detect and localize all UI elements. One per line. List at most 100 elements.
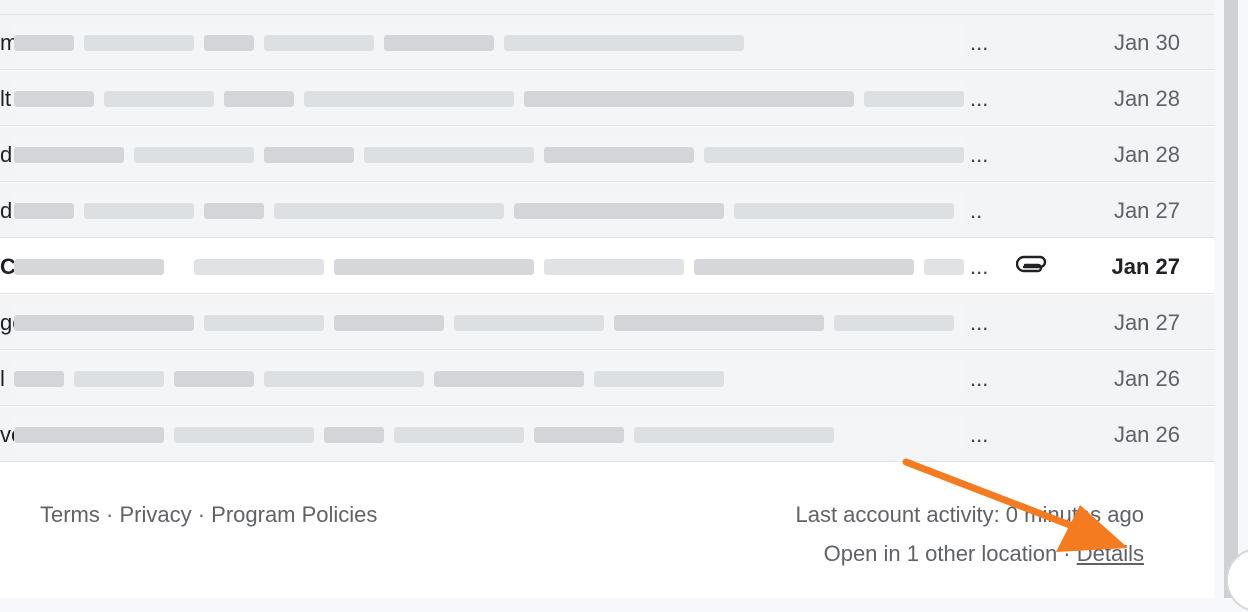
- footer-links: Terms · Privacy · Program Policies: [40, 502, 377, 528]
- redaction-bar: [864, 91, 964, 107]
- redaction-bar: [264, 147, 354, 163]
- redacted-snippet: [14, 23, 966, 63]
- redaction-bar: [274, 203, 504, 219]
- email-row[interactable]: lt... Jan 28: [0, 71, 1214, 126]
- redaction-bar: [434, 371, 584, 387]
- redaction-bar: [14, 203, 74, 219]
- redaction-bar: [14, 91, 94, 107]
- redaction-bar: [174, 427, 314, 443]
- inbox-panel: m... Jan 30 lt... Jan 28 d... Jan 28 d.. Jan 27…: [0, 0, 1214, 598]
- program-policies-link[interactable]: Program Policies: [211, 502, 377, 527]
- redaction-bar: [594, 371, 724, 387]
- email-date: Jan 27: [1111, 254, 1181, 279]
- open-locations-text: Open in 1 other location ·: [823, 541, 1077, 566]
- redaction-bar: [14, 315, 194, 331]
- redaction-bar: [634, 427, 834, 443]
- email-date: Jan 26: [1113, 422, 1180, 447]
- redaction-bar: [84, 35, 194, 51]
- redaction-bar: [74, 371, 164, 387]
- email-row[interactable]: ge... Jan 27: [0, 295, 1214, 350]
- email-subject-fragment: m: [0, 30, 14, 55]
- redaction-bar: [224, 91, 294, 107]
- email-subject-fragment: d: [0, 198, 13, 223]
- attachment-icon: [1016, 255, 1047, 273]
- redaction-bar: [454, 315, 604, 331]
- redaction-bar: [334, 259, 534, 275]
- redaction-bar: [14, 371, 64, 387]
- email-row[interactable]: C... Jan 27: [0, 239, 1214, 294]
- snippet-ellipsis: ...: [970, 30, 989, 55]
- email-subject-fragment: C: [0, 254, 14, 279]
- redaction-bar: [14, 427, 164, 443]
- snippet-ellipsis: ...: [970, 254, 989, 279]
- redacted-snippet: [14, 359, 966, 399]
- redaction-bar: [174, 371, 254, 387]
- redaction-bar: [924, 259, 964, 275]
- details-link[interactable]: Details: [1077, 541, 1144, 566]
- email-subject-fragment: d: [0, 142, 13, 167]
- redaction-bar: [834, 315, 954, 331]
- redaction-bar: [194, 259, 324, 275]
- email-row[interactable]: m... Jan 30: [0, 15, 1214, 70]
- email-row[interactable]: d.. Jan 27: [0, 183, 1214, 238]
- email-subject-fragment: ge: [0, 310, 14, 335]
- email-date: Jan 27: [1113, 310, 1180, 335]
- snippet-ellipsis: ...: [970, 86, 989, 111]
- redacted-snippet: [14, 303, 966, 343]
- terms-link[interactable]: Terms: [40, 502, 100, 527]
- redaction-bar: [304, 91, 514, 107]
- redaction-bar: [104, 91, 214, 107]
- redaction-bar: [524, 91, 854, 107]
- snippet-ellipsis: ...: [970, 142, 989, 167]
- redaction-bar: [704, 147, 964, 163]
- redaction-bar: [14, 147, 124, 163]
- email-row[interactable]: ve... Jan 26: [0, 407, 1214, 462]
- redacted-snippet: [14, 79, 966, 119]
- redaction-bar: [134, 147, 254, 163]
- redacted-snippet: [14, 415, 966, 455]
- email-date: Jan 30: [1113, 30, 1180, 55]
- email-date: Jan 27: [1113, 198, 1180, 223]
- redaction-bar: [544, 259, 684, 275]
- footer-separator: ·: [191, 502, 212, 527]
- redaction-bar: [514, 203, 724, 219]
- redaction-bar: [14, 259, 164, 275]
- redaction-bar: [394, 427, 524, 443]
- redaction-bar: [324, 427, 384, 443]
- email-subject-fragment: ve: [0, 422, 14, 447]
- redaction-bar: [204, 203, 264, 219]
- email-date: Jan 28: [1113, 86, 1180, 111]
- redaction-bar: [694, 259, 914, 275]
- privacy-link[interactable]: Privacy: [119, 502, 191, 527]
- email-subject-fragment: lt: [0, 86, 11, 111]
- redaction-bar: [204, 35, 254, 51]
- redaction-bar: [364, 147, 534, 163]
- footer-separator: ·: [99, 502, 120, 527]
- redaction-bar: [504, 35, 744, 51]
- scrollbar[interactable]: [1224, 0, 1238, 598]
- snippet-ellipsis: ..: [970, 198, 983, 223]
- redacted-snippet: [14, 135, 966, 175]
- redaction-bar: [614, 315, 824, 331]
- snippet-ellipsis: ...: [970, 422, 989, 447]
- list-top-edge: [0, 0, 1214, 15]
- redaction-bar: [544, 147, 694, 163]
- email-date: Jan 26: [1113, 366, 1180, 391]
- last-account-activity: Last account activity: 0 minutes ago: [795, 502, 1144, 527]
- snippet-ellipsis: ...: [970, 310, 989, 335]
- redacted-snippet: [14, 191, 966, 231]
- redaction-bar: [264, 35, 374, 51]
- redaction-bar: [334, 315, 444, 331]
- email-row[interactable]: d... Jan 28: [0, 127, 1214, 182]
- redaction-bar: [534, 427, 624, 443]
- email-date: Jan 28: [1113, 142, 1180, 167]
- redaction-bar: [384, 35, 494, 51]
- redaction-bar: [84, 203, 194, 219]
- redaction-bar: [204, 315, 324, 331]
- email-row[interactable]: l... Jan 26: [0, 351, 1214, 406]
- snippet-ellipsis: ...: [970, 366, 989, 391]
- redaction-bar: [734, 203, 954, 219]
- redaction-bar: [264, 371, 424, 387]
- open-locations: Open in 1 other location · Details: [824, 541, 1144, 567]
- redaction-bar: [14, 35, 74, 51]
